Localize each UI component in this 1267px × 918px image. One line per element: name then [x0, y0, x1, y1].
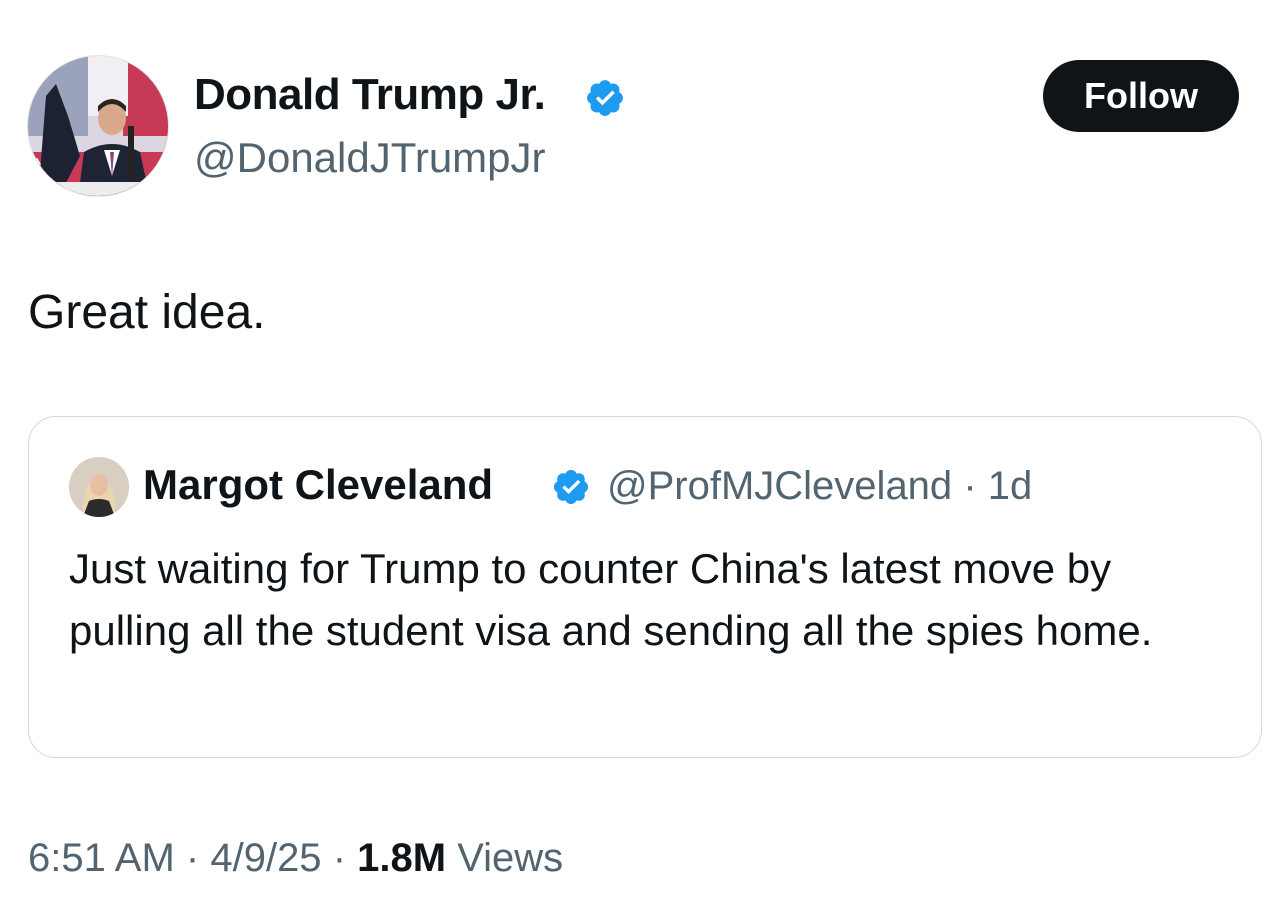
- quoted-author-handle[interactable]: @ProfMJCleveland: [607, 464, 952, 508]
- meta-separator: ·: [185, 836, 200, 880]
- follow-button[interactable]: Follow: [1043, 60, 1239, 132]
- author-avatar[interactable]: YO: [27, 55, 169, 197]
- quoted-handle-line: @ProfMJCleveland · 1d: [607, 464, 1032, 509]
- tweet-meta: 6:51 AM · 4/9/25 · 1.8M Views: [28, 836, 563, 881]
- verified-badge-icon: [587, 80, 623, 116]
- views-count[interactable]: 1.8M: [357, 836, 446, 880]
- author-handle[interactable]: @DonaldJTrumpJr: [194, 134, 546, 182]
- author-name[interactable]: Donald Trump Jr.: [194, 70, 546, 120]
- quoted-tweet-card[interactable]: Margot Cleveland @ProfMJCleveland · 1d J…: [28, 416, 1262, 758]
- quoted-author-avatar-image: [69, 457, 129, 517]
- quoted-tweet-text: Just waiting for Trump to counter China'…: [69, 545, 1153, 654]
- quoted-separator: ·: [963, 464, 977, 508]
- quoted-verified-badge-icon: [553, 469, 589, 505]
- quoted-author-avatar[interactable]: [69, 457, 129, 517]
- views-label: Views: [457, 836, 564, 880]
- author-avatar-image: YO: [28, 56, 168, 196]
- tweet-time[interactable]: 6:51 AM: [28, 836, 175, 880]
- tweet-text: Great idea.: [28, 286, 266, 339]
- quoted-age[interactable]: 1d: [988, 464, 1033, 508]
- meta-separator: ·: [332, 836, 347, 880]
- quoted-author-name[interactable]: Margot Cleveland: [143, 461, 493, 509]
- tweet-date[interactable]: 4/9/25: [210, 836, 321, 880]
